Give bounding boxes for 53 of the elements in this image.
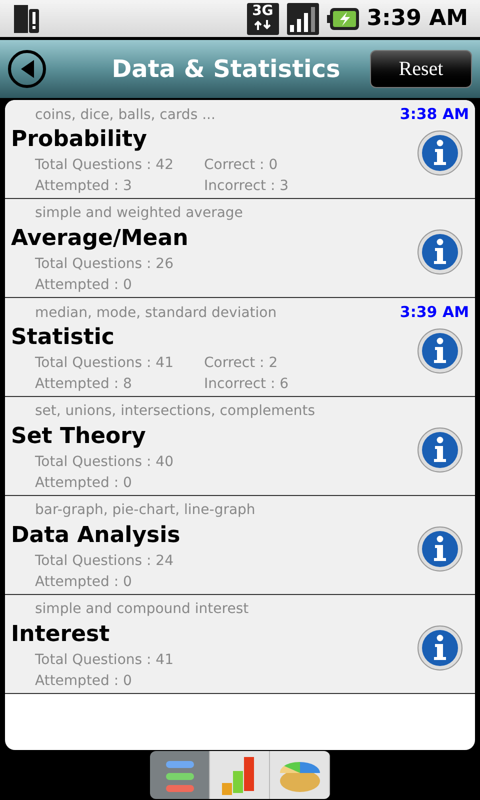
stat-text: Correct : 2 (204, 354, 279, 373)
stat-text: Total Questions : 41 (35, 651, 174, 670)
stat-text: Attempted : 8 (35, 375, 133, 394)
stat-text: Total Questions : 42 (35, 156, 174, 175)
topic-description: bar-graph, pie-chart, line-graph (34, 501, 256, 519)
back-arrow-icon (19, 59, 35, 79)
topic-title: Set Theory (11, 423, 146, 451)
topic-row[interactable]: simple and compound interest Interest Total Questions : 41 Attempted : 0 (5, 595, 475, 694)
topic-description: simple and weighted average (34, 204, 243, 222)
topic-title: Probability (11, 126, 147, 154)
network-icon: 3G (246, 2, 279, 34)
topic-row[interactable]: bar-graph, pie-chart, line-graph Data Analysis Total Questions : 24 Attempted : 0 (5, 496, 475, 595)
last-played-time: 3:38 AM (400, 105, 469, 123)
topic-description: simple and compound interest (34, 600, 249, 618)
topic-row[interactable]: simple and weighted average Average/Mean Total Questions : 26 Attempted : 0 (5, 199, 475, 298)
topic-row[interactable]: coins, dice, balls, cards ... 3:38 AM Probability Total Questions : 42 Correct : 0 Attempted : 3 Incorrect : 3 (5, 100, 475, 199)
info-icon[interactable] (417, 427, 463, 473)
stat-text: Attempted : 0 (35, 672, 133, 691)
topic-description: coins, dice, balls, cards ... (34, 106, 216, 124)
stat-text: Attempted : 0 (35, 276, 133, 295)
info-icon[interactable] (417, 625, 463, 671)
info-icon[interactable] (417, 229, 463, 275)
info-icon[interactable] (417, 526, 463, 572)
back-button[interactable] (8, 50, 46, 88)
reset-button[interactable]: Reset (370, 50, 472, 88)
stat-text: Incorrect : 6 (204, 375, 290, 394)
last-played-time: 3:39 AM (400, 303, 469, 321)
topic-title: Data Analysis (11, 522, 180, 550)
signal-icon (286, 2, 319, 34)
page-title: Data & Statistics (110, 54, 342, 85)
topic-description: median, mode, standard deviation (34, 304, 277, 322)
stat-text: Attempted : 3 (35, 177, 133, 196)
stat-text: Attempted : 0 (35, 573, 133, 592)
topic-title: Interest (11, 621, 110, 649)
bottom-tab[interactable] (270, 751, 330, 799)
topic-row[interactable]: median, mode, standard deviation 3:39 AM Statistic Total Questions : 41 Correct : 2 Attempted : 8 Incorrect : 6 (5, 298, 475, 397)
topic-row[interactable]: set, unions, intersections, complements Set Theory Total Questions : 40 Attempted : 0 (5, 397, 475, 496)
stat-text: Total Questions : 24 (35, 552, 174, 571)
stat-text: Attempted : 0 (35, 474, 133, 493)
info-icon[interactable] (417, 328, 463, 374)
bottom-tab[interactable] (210, 751, 270, 799)
stat-text: Total Questions : 26 (35, 255, 174, 274)
topic-title: Statistic (11, 324, 114, 352)
topic-title: Average/Mean (11, 225, 188, 253)
clock-text: 3:39 AM (366, 5, 468, 33)
info-icon[interactable] (417, 130, 463, 176)
stat-text: Correct : 0 (204, 156, 279, 175)
topic-description: set, unions, intersections, complements (34, 402, 315, 420)
battery-charging-icon (326, 8, 359, 30)
stat-text: Total Questions : 40 (35, 453, 174, 472)
stat-text: Incorrect : 3 (204, 177, 290, 196)
stat-text: Total Questions : 41 (35, 354, 174, 373)
sd-card-warning-icon (12, 2, 42, 34)
